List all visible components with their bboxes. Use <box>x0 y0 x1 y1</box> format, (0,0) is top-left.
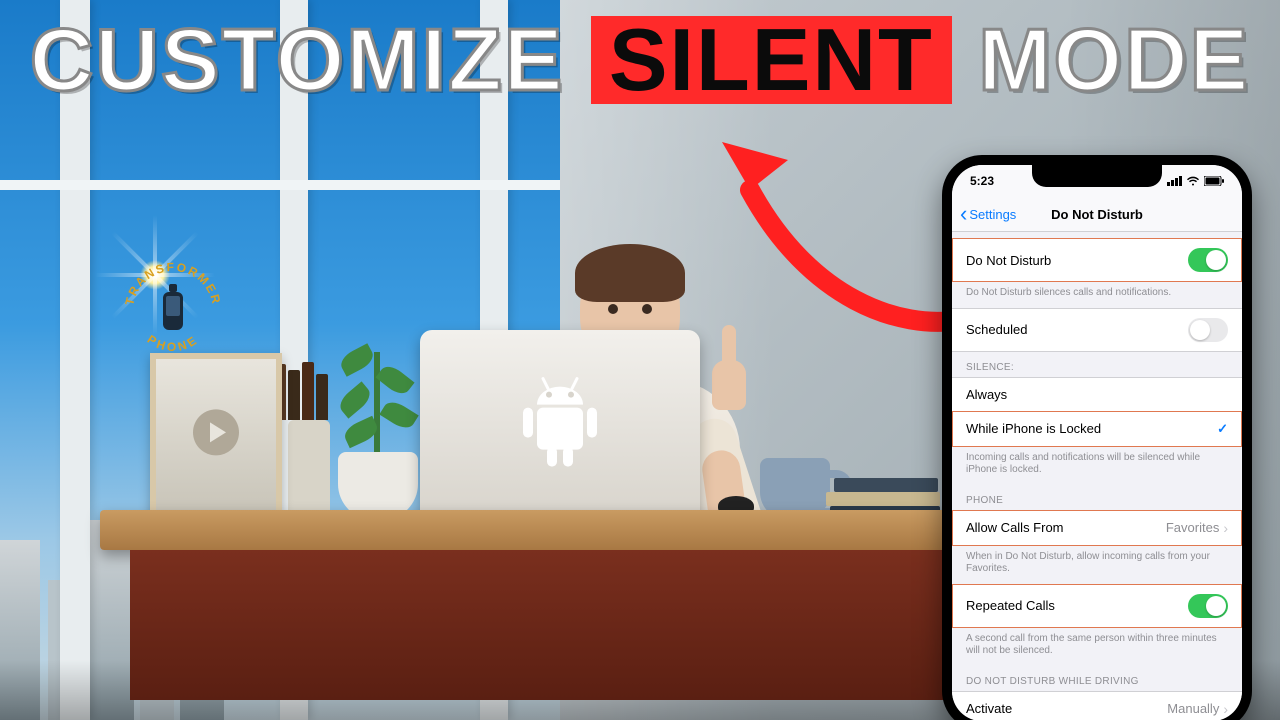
wifi-icon <box>1186 176 1200 186</box>
status-icons <box>1167 176 1224 186</box>
play-icon <box>193 409 239 455</box>
title-word-1: CUSTOMIZE <box>30 10 565 109</box>
nav-bar: Settings Do Not Disturb <box>952 197 1242 232</box>
toggle-switch[interactable] <box>1188 594 1228 618</box>
iphone-mockup: 5:23 Settings Do Not Disturb Do Not Dist… <box>942 155 1252 720</box>
row-label: Scheduled <box>966 322 1027 337</box>
back-button[interactable]: Settings <box>952 207 1016 222</box>
row-subtext: When in Do Not Disturb, allow incoming c… <box>952 546 1242 584</box>
row-label: While iPhone is Locked <box>966 421 1101 436</box>
row-scheduled[interactable]: Scheduled <box>952 308 1242 352</box>
section-header-silence: SILENCE: <box>952 352 1242 377</box>
battery-icon <box>1204 176 1224 186</box>
thumbnail-stage: TRANSFORMER PHONE <box>0 0 1280 720</box>
laptop <box>420 330 700 520</box>
row-while-locked[interactable]: While iPhone is Locked ✓ <box>952 412 1242 447</box>
chevron-right-icon: › <box>1223 520 1228 536</box>
section-header-driving: DO NOT DISTURB WHILE DRIVING <box>952 666 1242 691</box>
title-highlight: SILENT <box>591 16 952 104</box>
iphone-screen: 5:23 Settings Do Not Disturb Do Not Dist… <box>952 165 1242 720</box>
row-label: Allow Calls From <box>966 520 1064 535</box>
iphone-notch <box>1032 165 1162 187</box>
status-time: 5:23 <box>970 174 994 188</box>
svg-text:PHONE: PHONE <box>145 332 202 354</box>
chevron-right-icon: › <box>1223 701 1228 717</box>
desk <box>100 510 1000 710</box>
row-value: Favorites <box>1166 520 1219 535</box>
row-always[interactable]: Always <box>952 377 1242 412</box>
toggle-switch[interactable] <box>1188 248 1228 272</box>
signal-icon <box>1167 176 1182 186</box>
window-frame <box>0 180 560 190</box>
row-label: Repeated Calls <box>966 598 1055 613</box>
section-header-phone: PHONE <box>952 485 1242 510</box>
channel-badge: TRANSFORMER PHONE <box>118 256 228 366</box>
youtube-play-plaque <box>150 353 282 520</box>
row-label: Always <box>966 387 1007 402</box>
row-subtext: A second call from the same person withi… <box>952 628 1242 666</box>
row-subtext: Do Not Disturb silences calls and notifi… <box>952 282 1242 308</box>
candle <box>288 420 330 520</box>
headline-title: CUSTOMIZE SILENT MODE <box>0 16 1280 104</box>
row-label: Do Not Disturb <box>966 253 1051 268</box>
row-repeated-calls[interactable]: Repeated Calls <box>952 584 1242 628</box>
row-subtext: Incoming calls and notifications will be… <box>952 447 1242 485</box>
row-label: Activate <box>966 701 1012 716</box>
checkmark-icon: ✓ <box>1217 421 1228 437</box>
android-icon <box>517 375 603 480</box>
row-allow-calls-from[interactable]: Allow Calls From Favorites › <box>952 510 1242 546</box>
title-word-2: MODE <box>978 10 1250 109</box>
potted-plant <box>330 310 425 520</box>
row-value: Manually <box>1167 701 1219 716</box>
row-activate[interactable]: Activate Manually › <box>952 691 1242 720</box>
toggle-switch[interactable] <box>1188 318 1228 342</box>
row-do-not-disturb[interactable]: Do Not Disturb <box>952 238 1242 282</box>
